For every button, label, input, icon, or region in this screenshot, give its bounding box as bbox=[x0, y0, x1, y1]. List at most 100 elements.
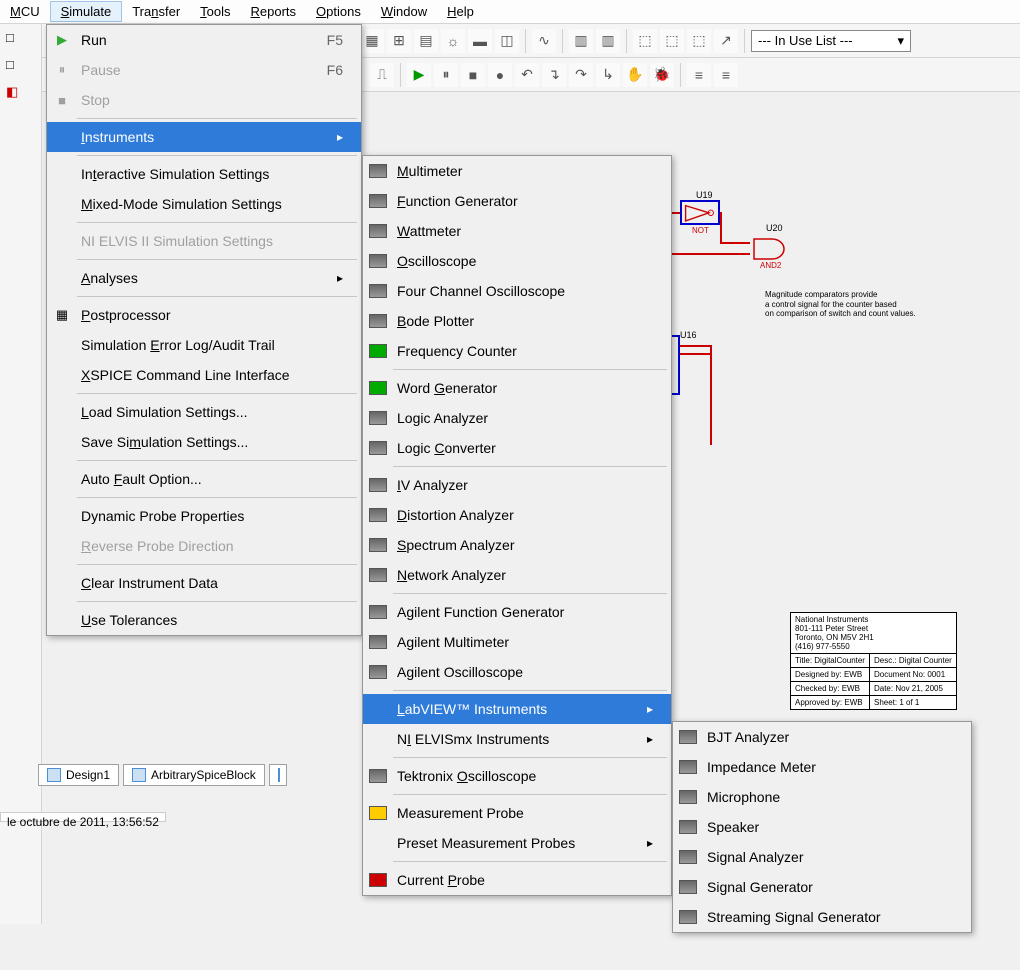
menu-mixed-mode-settings[interactable]: Mixed-Mode Simulation Settings bbox=[47, 189, 361, 219]
tb-stop-icon[interactable]: ■ bbox=[461, 63, 485, 87]
instr-preset-probes[interactable]: Preset Measurement Probes bbox=[363, 828, 671, 858]
menu-transfer[interactable]: Transfer bbox=[122, 2, 190, 21]
tb-slider-1-icon[interactable]: ≡ bbox=[687, 63, 711, 87]
menu-instruments[interactable]: Instruments bbox=[47, 122, 361, 152]
instr-measurement-probe[interactable]: Measurement Probe bbox=[363, 798, 671, 828]
tab-design1[interactable]: Design1 bbox=[38, 764, 119, 786]
tb-slider-2-icon[interactable]: ≡ bbox=[714, 63, 738, 87]
menu-interactive-settings[interactable]: Interactive Simulation Settings bbox=[47, 159, 361, 189]
menu-xspice[interactable]: XSPICE Command Line Interface bbox=[47, 360, 361, 390]
logicanalyzer-icon bbox=[369, 411, 387, 425]
menu-window[interactable]: Window bbox=[371, 2, 437, 21]
spectrum-icon bbox=[369, 538, 387, 552]
menu-save-sim[interactable]: Save Simulation Settings... bbox=[47, 427, 361, 457]
menu-options[interactable]: Options bbox=[306, 2, 371, 21]
probe-icon bbox=[369, 806, 387, 820]
lv-speaker[interactable]: Speaker bbox=[673, 812, 971, 842]
tb-icon-2[interactable]: ⊞ bbox=[387, 29, 411, 53]
menu-clear-instrument[interactable]: Clear Instrument Data bbox=[47, 568, 361, 598]
tb-pause-icon[interactable]: ⏸ bbox=[434, 63, 458, 87]
tb-record-icon[interactable]: ● bbox=[488, 63, 512, 87]
menu-use-tolerances[interactable]: Use Tolerances bbox=[47, 605, 361, 635]
tb-run-icon[interactable]: ▶ bbox=[407, 63, 431, 87]
tb-icon-4[interactable]: ☼ bbox=[441, 29, 465, 53]
menu-dynamic-probe[interactable]: Dynamic Probe Properties bbox=[47, 501, 361, 531]
tb-square-wave-icon[interactable]: ⎍ bbox=[370, 63, 394, 87]
instr-agilent-func-gen[interactable]: Agilent Function Generator bbox=[363, 597, 671, 627]
tb-icon-9[interactable]: ▥ bbox=[596, 29, 620, 53]
instr-logic-converter[interactable]: Logic Converter bbox=[363, 433, 671, 463]
tab-icon bbox=[132, 768, 146, 782]
instr-wattmeter[interactable]: Wattmeter bbox=[363, 216, 671, 246]
tb-step-out-icon[interactable]: ↳ bbox=[596, 63, 620, 87]
instr-ni-elvismx[interactable]: NI ELVISmx Instruments bbox=[363, 724, 671, 754]
tb-step-back-icon[interactable]: ↶ bbox=[515, 63, 539, 87]
instr-logic-analyzer[interactable]: Logic Analyzer bbox=[363, 403, 671, 433]
lv-signal-generator[interactable]: Signal Generator bbox=[673, 872, 971, 902]
left-tool-2[interactable]: □ bbox=[0, 51, 41, 78]
tb-hand-icon[interactable]: ✋ bbox=[623, 63, 647, 87]
lv-impedance-meter[interactable]: Impedance Meter bbox=[673, 752, 971, 782]
tb-icon-13[interactable]: ↗ bbox=[714, 29, 738, 53]
instr-multimeter[interactable]: Multimeter bbox=[363, 156, 671, 186]
tb-icon-8[interactable]: ▥ bbox=[569, 29, 593, 53]
tb-step-into-icon[interactable]: ↴ bbox=[542, 63, 566, 87]
instr-tektronix[interactable]: Tektronix Oscilloscope bbox=[363, 761, 671, 791]
lv-microphone[interactable]: Microphone bbox=[673, 782, 971, 812]
fourchosc-icon bbox=[369, 284, 387, 298]
inuse-dropdown[interactable]: --- In Use List --- ▾ bbox=[751, 30, 911, 52]
gate-u19[interactable]: U19 NOT bbox=[680, 200, 720, 225]
menu-error-log[interactable]: Simulation Error Log/Audit Trail bbox=[47, 330, 361, 360]
tb-icon-10[interactable]: ⬚ bbox=[633, 29, 657, 53]
instr-agilent-oscilloscope[interactable]: Agilent Oscilloscope bbox=[363, 657, 671, 687]
instr-spectrum-analyzer[interactable]: Spectrum Analyzer bbox=[363, 530, 671, 560]
current-probe-icon bbox=[369, 873, 387, 887]
menu-tools[interactable]: Tools bbox=[190, 2, 240, 21]
instr-oscilloscope[interactable]: Oscilloscope bbox=[363, 246, 671, 276]
menu-analyses[interactable]: Analyses bbox=[47, 263, 361, 293]
agilent-osc-icon bbox=[369, 665, 387, 679]
tab-arbitraryspiceblock[interactable]: ArbitrarySpiceBlock bbox=[123, 764, 265, 786]
menu-auto-fault[interactable]: Auto Fault Option... bbox=[47, 464, 361, 494]
run-icon: ▶ bbox=[47, 32, 77, 48]
chevron-down-icon: ▾ bbox=[897, 33, 904, 49]
bode-icon bbox=[369, 314, 387, 328]
menu-reports[interactable]: Reports bbox=[241, 2, 307, 21]
gate-u20[interactable]: U20 AND2 bbox=[750, 235, 795, 263]
tab-partial[interactable] bbox=[269, 764, 287, 786]
instr-iv-analyzer[interactable]: IV Analyzer bbox=[363, 470, 671, 500]
instr-distortion-analyzer[interactable]: Distortion Analyzer bbox=[363, 500, 671, 530]
instr-frequency-counter[interactable]: Frequency Counter bbox=[363, 336, 671, 366]
tb-icon-7[interactable]: ∿ bbox=[532, 29, 556, 53]
instr-bode-plotter[interactable]: Bode Plotter bbox=[363, 306, 671, 336]
instr-labview[interactable]: LabVIEW™ Instruments bbox=[363, 694, 671, 724]
tb-bug-icon[interactable]: 🐞 bbox=[650, 63, 674, 87]
left-tool-1[interactable]: □ bbox=[0, 24, 41, 51]
instr-agilent-multimeter[interactable]: Agilent Multimeter bbox=[363, 627, 671, 657]
menu-postprocessor[interactable]: ▦ Postprocessor bbox=[47, 300, 361, 330]
menu-simulate[interactable]: Simulate bbox=[50, 1, 123, 22]
tb-icon-6[interactable]: ◫ bbox=[495, 29, 519, 53]
menu-help[interactable]: Help bbox=[437, 2, 484, 21]
instr-current-probe[interactable]: Current Probe bbox=[363, 865, 671, 895]
label-u16: U16 bbox=[680, 330, 697, 340]
tb-icon-12[interactable]: ⬚ bbox=[687, 29, 711, 53]
instr-function-generator[interactable]: Function Generator bbox=[363, 186, 671, 216]
menu-mcu[interactable]: MCU bbox=[0, 2, 50, 21]
instr-network-analyzer[interactable]: Network Analyzer bbox=[363, 560, 671, 590]
instr-word-generator[interactable]: Word Generator bbox=[363, 373, 671, 403]
instr-four-channel-oscilloscope[interactable]: Four Channel Oscilloscope bbox=[363, 276, 671, 306]
menu-run[interactable]: ▶ Run F5 bbox=[47, 25, 361, 55]
wattmeter-icon bbox=[369, 224, 387, 238]
lv-streaming-signal-generator[interactable]: Streaming Signal Generator bbox=[673, 902, 971, 932]
labview-submenu: BJT Analyzer Impedance Meter Microphone … bbox=[672, 721, 972, 933]
tb-icon-11[interactable]: ⬚ bbox=[660, 29, 684, 53]
tb-icon-1[interactable]: ▦ bbox=[360, 29, 384, 53]
menu-load-sim[interactable]: Load Simulation Settings... bbox=[47, 397, 361, 427]
tb-icon-3[interactable]: ▤ bbox=[414, 29, 438, 53]
tb-icon-5[interactable]: ▬ bbox=[468, 29, 492, 53]
left-tool-red-icon[interactable]: ◧ bbox=[0, 78, 41, 106]
lv-bjt-analyzer[interactable]: BJT Analyzer bbox=[673, 722, 971, 752]
lv-signal-analyzer[interactable]: Signal Analyzer bbox=[673, 842, 971, 872]
tb-step-over-icon[interactable]: ↷ bbox=[569, 63, 593, 87]
